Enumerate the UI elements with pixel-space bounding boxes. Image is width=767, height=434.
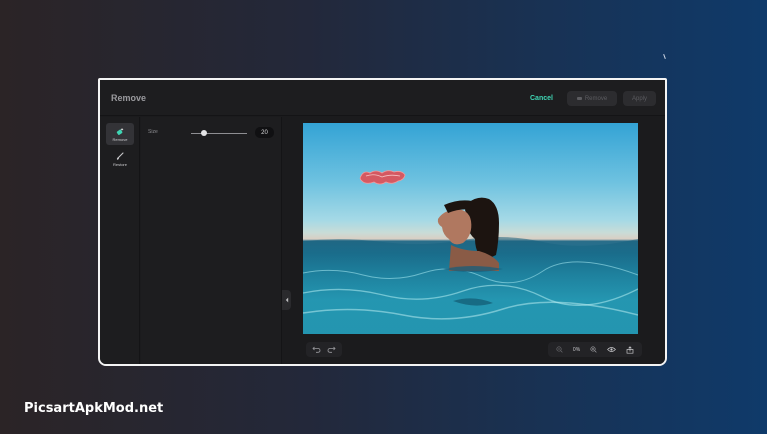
zoom-level: 0%	[572, 346, 581, 353]
remove-button-label: Remove	[584, 95, 608, 102]
zoom-out-icon[interactable]	[556, 346, 563, 353]
canvas-image[interactable]	[303, 123, 638, 334]
apply-button[interactable]: Apply	[623, 91, 656, 106]
removal-selection-mask	[359, 170, 406, 185]
brush-icon	[116, 151, 124, 160]
size-value-field[interactable]: 20	[255, 127, 274, 138]
editor-window: Remove Cancel Remove Apply Remove Restor…	[98, 78, 667, 366]
remove-icon	[576, 97, 582, 100]
size-slider-thumb[interactable]	[201, 130, 207, 136]
history-controls	[306, 342, 342, 357]
zoom-in-icon[interactable]	[590, 346, 597, 353]
site-watermark: PicsartApkMod.net	[24, 401, 164, 416]
tool-remove-label: Remove	[112, 136, 128, 142]
remove-button[interactable]: Remove	[567, 91, 617, 106]
preview-eye-icon[interactable]	[607, 346, 616, 353]
size-slider[interactable]	[191, 133, 247, 134]
editor-title: Remove	[111, 93, 147, 103]
cancel-button[interactable]: Cancel	[530, 95, 553, 102]
eraser-sparkle-icon	[116, 127, 124, 135]
editor-toolbar: Remove Cancel Remove Apply	[100, 80, 665, 116]
undo-icon[interactable]	[312, 346, 321, 353]
size-label: Size	[148, 129, 158, 135]
settings-panel: Size 20	[141, 117, 282, 364]
chevron-left-icon	[285, 297, 288, 303]
decorative-mark	[663, 53, 666, 60]
tool-restore-label: Restore	[112, 161, 127, 167]
tool-restore[interactable]: Restore	[106, 148, 134, 170]
collapse-panel-button[interactable]	[282, 290, 291, 310]
redo-icon[interactable]	[327, 346, 336, 353]
view-controls: 0%	[548, 342, 642, 357]
tool-rail: Remove Restore	[100, 117, 140, 364]
screenshot-background: { "editor": { "title": "Remove", "cancel…	[0, 0, 767, 434]
tool-remove[interactable]: Remove	[106, 123, 134, 145]
photo-scene	[303, 197, 638, 334]
compare-icon[interactable]	[626, 345, 634, 354]
